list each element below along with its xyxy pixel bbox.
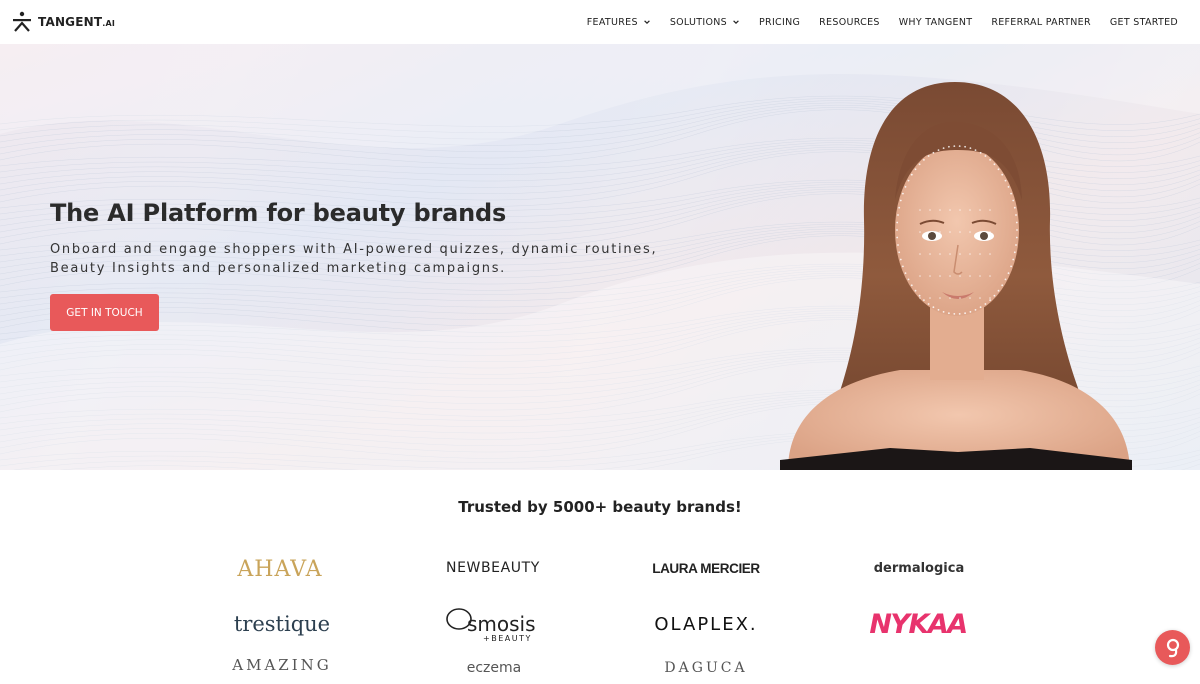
osmosis-logo-icon: smosis +BEAUTY [446,608,536,643]
nav-label: GET STARTED [1109,16,1178,28]
nav-item-resources[interactable]: RESOURCES [819,17,880,28]
nav-item-pricing[interactable]: PRICING [759,17,800,28]
chat-widget-button[interactable] [1155,630,1190,665]
nav-item-referral-partner[interactable]: REFERRAL PARTNER [991,17,1091,28]
top-navbar: TANGENT.AI FEATURES SOLUTIONS PRICING RE… [0,0,1200,44]
chevron-down-icon [643,20,650,25]
brand-name: TANGENT [38,15,103,29]
tangent-logo-icon [13,11,31,32]
nav-label: WHY TANGENT [898,16,973,28]
logo-eczema: eczema [466,660,522,676]
nav-label: SOLUTIONS [669,16,728,28]
brand-wordmark: TANGENT.AI [38,15,115,29]
get-in-touch-button[interactable]: GET IN TOUCH [50,294,159,331]
svg-text:smosis: smosis [467,612,536,636]
logo-nykaa: NYKAA [869,608,968,640]
trusted-heading: Trusted by 5000+ beauty brands! [458,498,742,516]
nav-label: FEATURES [586,16,638,28]
logo-laura-mercier: LAURA MERCIER [652,560,760,576]
chevron-down-icon [733,20,739,25]
logo-amazing: AMAZING [232,656,332,674]
brand-logo[interactable]: TANGENT.AI [12,11,115,33]
main-menu: FEATURES SOLUTIONS PRICING RESOURCES WHY… [587,0,1178,44]
logo-trestique: trestique [233,612,331,636]
hero-subtitle: Onboard and engage shoppers with AI-powe… [50,242,658,276]
nav-label: PRICING [759,16,801,28]
nav-label: RESOURCES [819,16,880,28]
logo-osmosis-beauty: smosis +BEAUTY [443,603,545,645]
logo-daguca: DAGUCA [664,660,748,676]
nav-item-solutions[interactable]: SOLUTIONS [670,17,740,28]
hero-section: The AI Platform for beauty brands Onboar… [0,44,1200,470]
logo-dermalogica: dermalogica [873,560,965,576]
model-portrait-image [780,82,1132,470]
nav-label: REFERRAL PARTNER [991,16,1091,28]
logo-ahava: AHAVA [237,556,323,582]
logo-olaplex: OLAPLEX. [654,613,758,635]
nav-item-features[interactable]: FEATURES [587,17,651,28]
brand-suffix: .AI [102,19,116,28]
nav-item-why-tangent[interactable]: WHY TANGENT [899,17,973,28]
svg-text:+BEAUTY: +BEAUTY [483,634,532,643]
logo-newbeauty: NEWBEAUTY [446,560,540,576]
nav-item-get-started[interactable]: GET STARTED [1110,17,1178,28]
chat-bubble-icon [1166,638,1179,657]
hero-title: The AI Platform for beauty brands [50,199,507,227]
